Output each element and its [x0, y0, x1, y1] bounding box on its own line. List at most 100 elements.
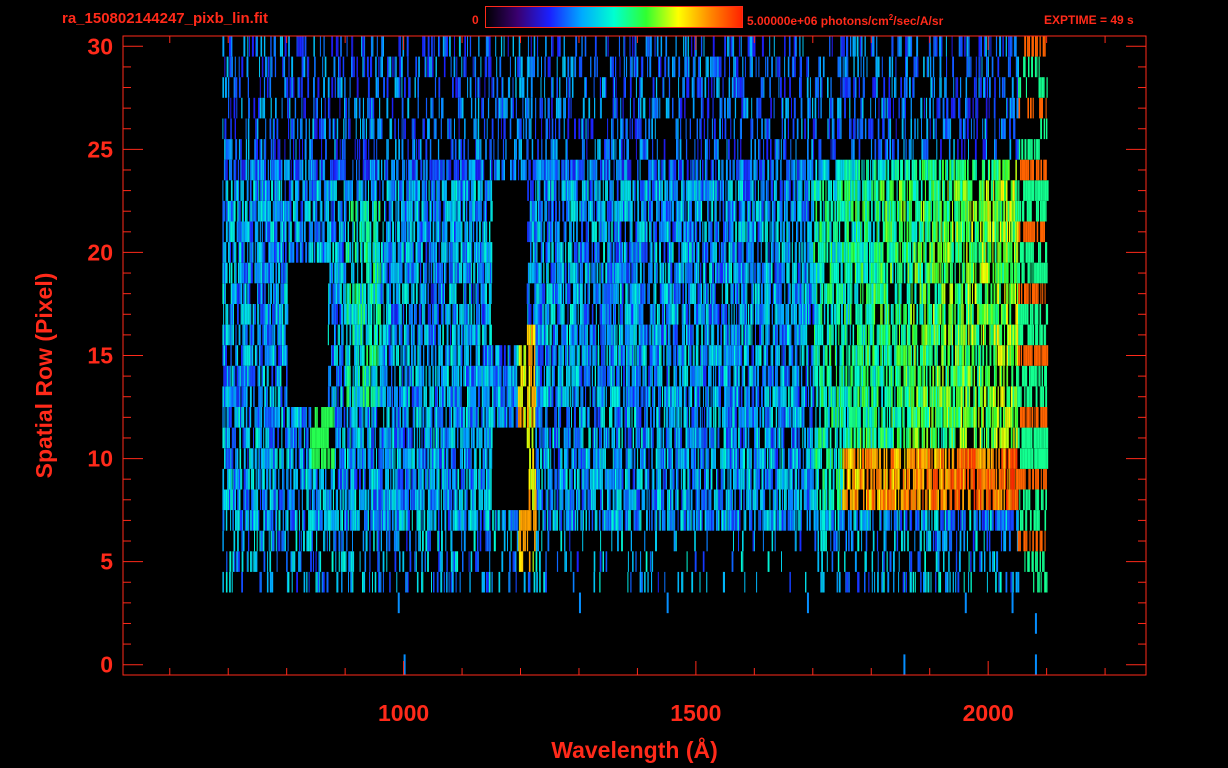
heatmap-cell: [511, 407, 513, 428]
heatmap-cell: [316, 448, 318, 469]
heatmap-cell: [935, 365, 937, 387]
heatmap-cell: [932, 365, 935, 387]
heatmap-cell: [537, 324, 538, 346]
heatmap-cell: [886, 386, 889, 407]
heatmap-cell: [713, 386, 715, 407]
heatmap-cell: [1024, 448, 1026, 469]
heatmap-cell: [723, 468, 726, 490]
heatmap-cell: [686, 407, 688, 428]
heatmap-cell: [1036, 468, 1038, 490]
heatmap-cell: [830, 530, 832, 552]
heatmap-cell: [687, 489, 689, 511]
heatmap-cell: [792, 427, 794, 449]
heatmap-cell: [334, 530, 337, 552]
heatmap-cell: [465, 427, 467, 449]
heatmap-cell: [649, 386, 651, 407]
heatmap-cell: [576, 345, 579, 366]
heatmap-cell: [599, 427, 601, 449]
heatmap-cell: [428, 324, 430, 346]
heatmap-cell: [960, 510, 962, 531]
heatmap-cell: [562, 386, 564, 407]
heatmap-cell: [933, 427, 936, 449]
heatmap-cell: [834, 386, 836, 407]
heatmap-cell: [922, 324, 925, 346]
heatmap-cell: [966, 345, 968, 366]
heatmap-cell: [231, 571, 233, 593]
heatmap-cell: [699, 510, 702, 531]
heatmap-cell: [224, 386, 226, 407]
heatmap-cell: [423, 510, 426, 531]
heatmap-cell: [568, 407, 570, 428]
heatmap-cell: [920, 448, 923, 469]
heatmap-cell: [623, 489, 626, 511]
heatmap-cell: [358, 427, 361, 449]
heatmap-cell: [919, 551, 921, 572]
heatmap-cell: [869, 510, 871, 531]
heatmap-cell: [857, 530, 860, 552]
heatmap-cell: [885, 427, 888, 449]
heatmap-cell: [373, 448, 375, 469]
heatmap-cell: [294, 510, 297, 531]
heatmap-cell: [540, 345, 542, 366]
heatmap-cell: [642, 365, 644, 387]
heatmap-cell: [592, 345, 595, 366]
heatmap-cell: [892, 468, 895, 490]
heatmap-cell: [974, 427, 976, 449]
heatmap-cell: [578, 345, 580, 366]
heatmap-cell: [1025, 365, 1028, 387]
heatmap-cell: [574, 510, 576, 531]
heatmap-cell: [470, 551, 473, 572]
heatmap-cell: [659, 324, 662, 346]
heatmap-cell: [394, 427, 396, 449]
heatmap-cell: [906, 571, 907, 593]
heatmap-cell: [1039, 427, 1042, 449]
heatmap-cell: [420, 365, 422, 387]
heatmap-cell: [1014, 448, 1016, 469]
heatmap-cell: [754, 407, 757, 428]
heatmap-cell: [850, 407, 853, 428]
heatmap-cell: [763, 448, 765, 469]
heatmap-cell: [588, 489, 590, 511]
heatmap-cell: [251, 345, 254, 366]
heatmap-cell: [501, 551, 504, 572]
heatmap-cell: [597, 386, 600, 407]
heatmap-cell: [780, 468, 782, 490]
heatmap-cell: [353, 448, 355, 469]
heatmap-cell: [441, 510, 443, 531]
heatmap-cell: [293, 510, 295, 531]
heatmap-cell: [484, 427, 487, 449]
heatmap-cell: [674, 386, 676, 407]
heatmap-cell: [292, 551, 294, 572]
heatmap-cell: [676, 386, 679, 407]
heatmap-cell: [632, 468, 634, 490]
heatmap-cell: [727, 448, 730, 469]
heatmap-cell: [927, 571, 930, 593]
heatmap-cell: [726, 407, 729, 428]
heatmap-cell: [855, 345, 858, 366]
heatmap-cell: [1003, 510, 1006, 531]
heatmap-cell: [942, 448, 945, 469]
heatmap-cell: [383, 510, 385, 531]
heatmap-cell: [361, 448, 363, 469]
heatmap-cell: [606, 345, 608, 366]
heatmap-cell: [273, 468, 275, 490]
heatmap-cell: [326, 489, 328, 511]
heatmap-cell: [453, 407, 456, 428]
heatmap-cell: [264, 345, 267, 366]
heatmap-cell: [661, 510, 664, 531]
heatmap-cell: [847, 427, 850, 449]
heatmap-cell: [503, 407, 505, 428]
heatmap-cell: [424, 551, 426, 572]
heatmap-cell: [895, 365, 897, 387]
heatmap-cell: [823, 468, 825, 490]
heatmap-cell: [887, 427, 889, 449]
heatmap-cell: [375, 365, 377, 387]
heatmap-cell: [388, 427, 390, 449]
heatmap-cell: [1037, 427, 1040, 449]
heatmap-cell: [721, 489, 724, 511]
heatmap-cell: [352, 551, 355, 572]
heatmap-cell: [364, 386, 366, 407]
heatmap-cell: [628, 489, 631, 511]
heatmap-cell: [478, 365, 480, 387]
heatmap-cell: [582, 324, 584, 346]
